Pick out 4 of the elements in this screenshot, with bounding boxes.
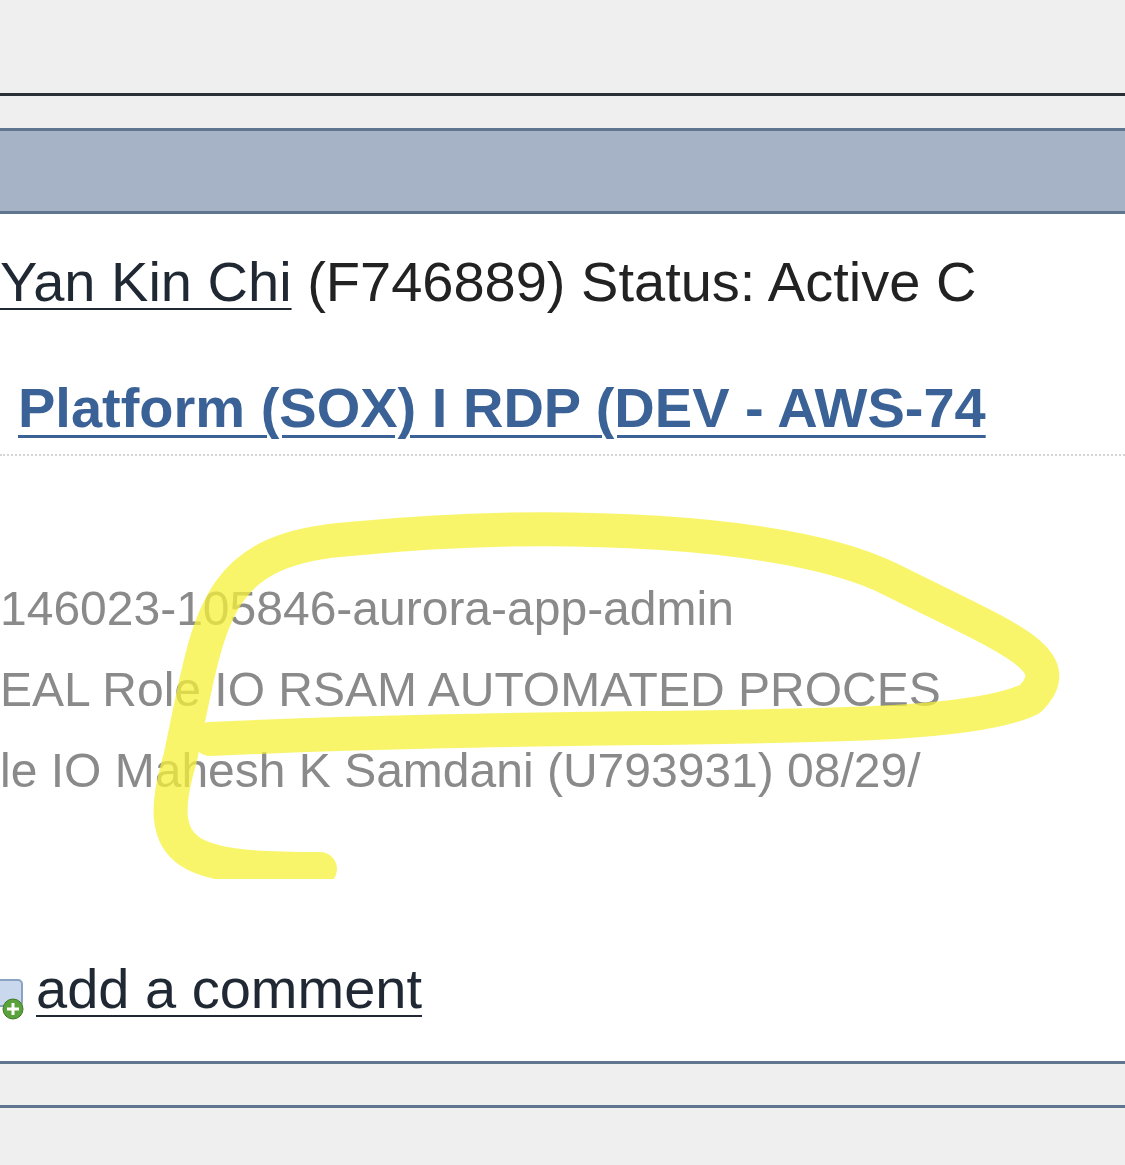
user-details: (F746889) Status: Active C: [307, 250, 977, 313]
entitlement-link[interactable]: Platform (SOX) I RDP (DEV - AWS-74: [0, 376, 986, 440]
user-name-link[interactable]: Yan Kin Chi: [0, 250, 292, 313]
add-comment-link[interactable]: add a comment: [36, 957, 422, 1021]
